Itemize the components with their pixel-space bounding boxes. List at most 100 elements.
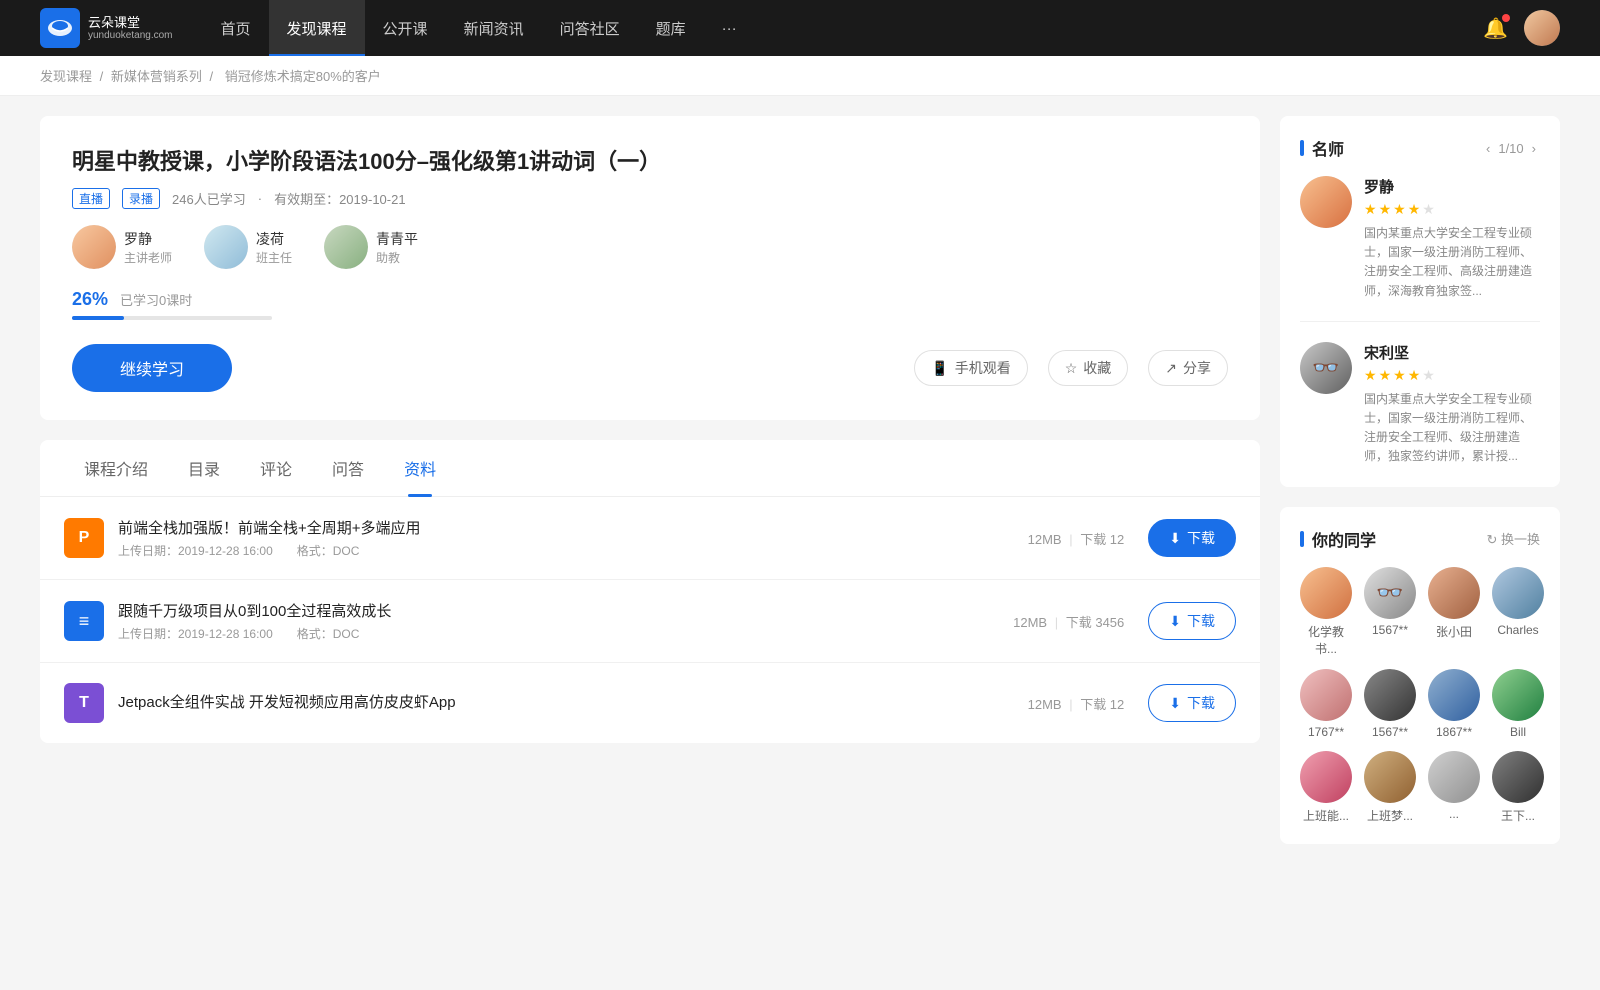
nav-home[interactable]: 首页 bbox=[203, 0, 269, 56]
teacher-3: 青青平 助教 bbox=[324, 225, 418, 269]
resource-icon-2: ≡ bbox=[64, 601, 104, 641]
classmate-7[interactable]: 1867** bbox=[1428, 669, 1480, 739]
refresh-area: ↻ 换一换 bbox=[1486, 529, 1540, 548]
nav-open[interactable]: 公开课 bbox=[365, 0, 446, 56]
sidebar-teacher-1-stars: ★★★★★ bbox=[1364, 201, 1540, 218]
classmate-9-avatar bbox=[1300, 751, 1352, 803]
classmate-2[interactable]: 👓 1567** bbox=[1364, 567, 1416, 657]
teachers-card-title: 名师 ‹ 1/10 › bbox=[1300, 136, 1540, 160]
mobile-watch-button[interactable]: 📱 手机观看 bbox=[914, 350, 1027, 386]
download-icon-1: ⬇ bbox=[1169, 530, 1181, 547]
teacher-2-role: 班主任 bbox=[256, 249, 292, 266]
content-area: 明星中教授课，小学阶段语法100分–强化级第1讲动词（一） 直播 录播 246人… bbox=[40, 116, 1260, 864]
classmate-11-avatar bbox=[1428, 751, 1480, 803]
next-teacher-btn[interactable]: › bbox=[1528, 139, 1540, 158]
nav-discover[interactable]: 发现课程 bbox=[269, 0, 365, 56]
share-icon: ↗ bbox=[1165, 360, 1177, 377]
classmate-2-avatar: 👓 bbox=[1364, 567, 1416, 619]
classmate-6[interactable]: 1567** bbox=[1364, 669, 1416, 739]
resource-info-3: Jetpack全组件实战 开发短视频应用高仿皮皮虾App bbox=[118, 691, 1004, 716]
classmate-10-name: 上班梦... bbox=[1367, 807, 1413, 824]
classmate-4[interactable]: Charles bbox=[1492, 567, 1544, 657]
classmate-7-avatar bbox=[1428, 669, 1480, 721]
classmate-8[interactable]: Bill bbox=[1492, 669, 1544, 739]
resource-stats-3: 12MB | 下载 12 bbox=[1028, 694, 1125, 713]
classmate-10[interactable]: 上班梦... bbox=[1364, 751, 1416, 824]
logo[interactable]: 云朵课堂 yunduoketang.com bbox=[40, 8, 173, 48]
classmate-5[interactable]: 1767** bbox=[1300, 669, 1352, 739]
collect-button[interactable]: ☆ 收藏 bbox=[1048, 350, 1129, 386]
classmates-grid: 化学教书... 👓 1567** 张小田 bbox=[1300, 567, 1540, 824]
tab-qa[interactable]: 问答 bbox=[312, 440, 384, 496]
logo-text: 云朵课堂 yunduoketang.com bbox=[88, 15, 173, 42]
classmate-8-avatar bbox=[1492, 669, 1544, 721]
breadcrumb-link-series[interactable]: 新媒体营销系列 bbox=[111, 69, 202, 84]
nav-quiz[interactable]: 题库 bbox=[638, 0, 704, 56]
nav-right: 🔔 bbox=[1483, 10, 1560, 46]
classmates-card: 你的同学 ↻ 换一换 化学教书... 👓 15 bbox=[1280, 507, 1560, 844]
sidebar-teacher-2-name: 宋利坚 bbox=[1364, 342, 1540, 363]
main-container: 明星中教授课，小学阶段语法100分–强化级第1讲动词（一） 直播 录播 246人… bbox=[0, 96, 1600, 884]
logo-icon bbox=[40, 8, 80, 48]
tab-comments[interactable]: 评论 bbox=[240, 440, 312, 496]
resource-meta-1: 上传日期：2019-12-28 16:00 格式：DOC bbox=[118, 542, 1004, 559]
teacher-2: 凌荷 班主任 bbox=[204, 225, 292, 269]
navbar: 云朵课堂 yunduoketang.com 首页 发现课程 公开课 新闻资讯 问… bbox=[0, 0, 1600, 56]
tabs: 课程介绍 目录 评论 问答 资料 bbox=[40, 440, 1260, 497]
resource-stats-2: 12MB | 下载 3456 bbox=[1013, 612, 1124, 631]
classmate-11[interactable]: ... bbox=[1428, 751, 1480, 824]
course-meta: 直播 录播 246人已学习 · 有效期至：2019-10-21 bbox=[72, 188, 1228, 209]
tab-resources[interactable]: 资料 bbox=[384, 440, 456, 496]
download-button-2[interactable]: ⬇ 下载 bbox=[1148, 602, 1236, 640]
tab-catalog[interactable]: 目录 bbox=[168, 440, 240, 496]
download-button-1[interactable]: ⬇ 下载 bbox=[1148, 519, 1236, 557]
sidebar-teacher-2-avatar: 👓 bbox=[1300, 342, 1352, 394]
resource-title-1: 前端全栈加强版！前端全栈+全周期+多端应用 bbox=[118, 517, 1004, 538]
classmate-1-name: 化学教书... bbox=[1300, 623, 1352, 657]
classmate-9[interactable]: 上班能... bbox=[1300, 751, 1352, 824]
classmate-4-name: Charles bbox=[1497, 623, 1538, 637]
teacher-1: 罗静 主讲老师 bbox=[72, 225, 172, 269]
classmate-7-name: 1867** bbox=[1436, 725, 1472, 739]
continue-button[interactable]: 继续学习 bbox=[72, 344, 232, 392]
nav-news[interactable]: 新闻资讯 bbox=[446, 0, 542, 56]
classmate-11-name: ... bbox=[1449, 807, 1459, 821]
teacher-1-name: 罗静 bbox=[124, 229, 172, 249]
teachers-card: 名师 ‹ 1/10 › 罗静 ★★★★★ 国内某重点大学安全工程 bbox=[1280, 116, 1560, 487]
refresh-button[interactable]: ↻ 换一换 bbox=[1486, 529, 1540, 548]
resource-info-2: 跟随千万级项目从0到100全过程高效成长 上传日期：2019-12-28 16:… bbox=[118, 600, 989, 642]
course-students: 246人已学习 bbox=[172, 189, 246, 208]
nav-more[interactable]: ··· bbox=[704, 0, 755, 56]
breadcrumb-link-discover[interactable]: 发现课程 bbox=[40, 69, 92, 84]
classmate-10-avatar bbox=[1364, 751, 1416, 803]
classmate-4-avatar bbox=[1492, 567, 1544, 619]
course-actions: 继续学习 📱 手机观看 ☆ 收藏 ↗ 分享 bbox=[72, 344, 1228, 392]
bell-icon[interactable]: 🔔 bbox=[1483, 16, 1508, 41]
classmate-6-name: 1567** bbox=[1372, 725, 1408, 739]
download-button-3[interactable]: ⬇ 下载 bbox=[1148, 684, 1236, 722]
resource-icon-1: P bbox=[64, 518, 104, 558]
user-avatar[interactable] bbox=[1524, 10, 1560, 46]
prev-teacher-btn[interactable]: ‹ bbox=[1482, 139, 1494, 158]
classmate-3-avatar bbox=[1428, 567, 1480, 619]
nav-qa[interactable]: 问答社区 bbox=[542, 0, 638, 56]
resource-list: P 前端全栈加强版！前端全栈+全周期+多端应用 上传日期：2019-12-28 … bbox=[40, 497, 1260, 743]
classmate-8-name: Bill bbox=[1510, 725, 1526, 739]
sidebar-teacher-1-avatar bbox=[1300, 176, 1352, 228]
classmate-5-name: 1767** bbox=[1308, 725, 1344, 739]
teacher-2-name: 凌荷 bbox=[256, 229, 292, 249]
share-button[interactable]: ↗ 分享 bbox=[1148, 350, 1228, 386]
classmate-3-name: 张小田 bbox=[1436, 623, 1472, 640]
classmate-2-name: 1567** bbox=[1372, 623, 1408, 637]
classmate-3[interactable]: 张小田 bbox=[1428, 567, 1480, 657]
sidebar-teacher-2-stars: ★★★★★ bbox=[1364, 367, 1540, 384]
sidebar-teacher-2: 👓 宋利坚 ★★★★★ 国内某重点大学安全工程专业硕士，国家一级注册消防工程师、… bbox=[1300, 342, 1540, 467]
resource-title-2: 跟随千万级项目从0到100全过程高效成长 bbox=[118, 600, 989, 621]
classmate-6-avatar bbox=[1364, 669, 1416, 721]
progress-section: 26% 已学习0课时 bbox=[72, 289, 1228, 320]
badge-live: 直播 bbox=[72, 188, 110, 209]
resource-info-1: 前端全栈加强版！前端全栈+全周期+多端应用 上传日期：2019-12-28 16… bbox=[118, 517, 1004, 559]
classmate-12[interactable]: 王下... bbox=[1492, 751, 1544, 824]
classmate-1[interactable]: 化学教书... bbox=[1300, 567, 1352, 657]
tab-intro[interactable]: 课程介绍 bbox=[64, 440, 168, 496]
